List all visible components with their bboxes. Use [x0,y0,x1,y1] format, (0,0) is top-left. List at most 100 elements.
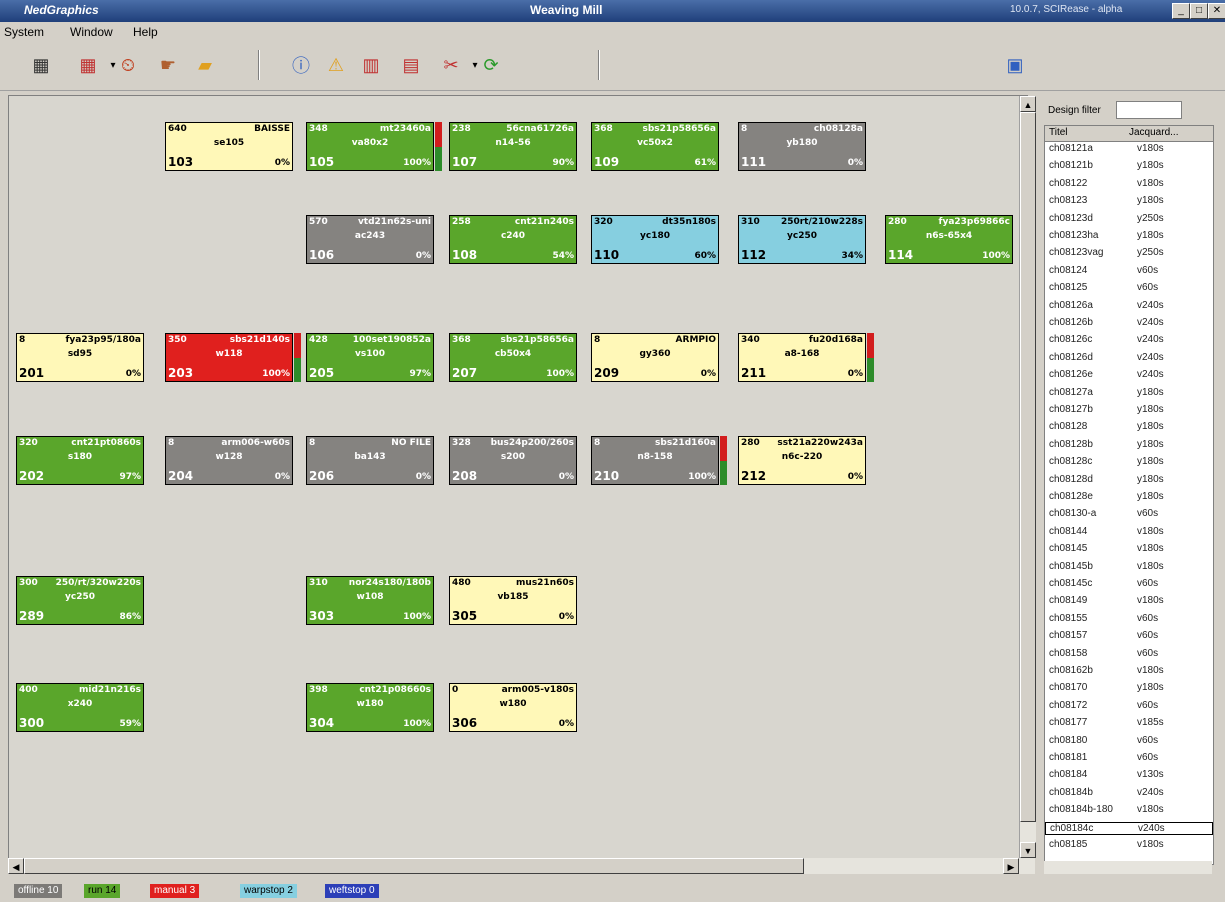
column-header-jacquard[interactable]: Jacquard... [1129,127,1178,138]
report-icon[interactable]: ▤ [398,52,424,78]
loom-tile-105[interactable]: 348 mt23460a va80x2 105 100% [306,122,434,171]
loom-tile-306[interactable]: 0 arm005-v180s w180 306 0% [449,683,577,732]
loom-tile-103[interactable]: 640 BAISSE se105 103 0% [165,122,293,171]
table-row[interactable]: ch08128e y180s [1045,491,1213,504]
loom-tile-210[interactable]: 8 sbs21d160a n8-158 210 100% [591,436,719,485]
table-row[interactable]: ch08170 y180s [1045,682,1213,695]
horizontal-scrollbar[interactable]: ◀ ▶ [8,858,1035,874]
hand-icon[interactable]: ☛ [155,52,181,78]
table-row[interactable]: ch08123ha y180s [1045,230,1213,243]
loom-tile-208[interactable]: 328 bus24p200/260s s200 208 0% [449,436,577,485]
minimize-button[interactable]: _ [1172,3,1190,19]
clock-icon[interactable]: ⏲ [115,52,141,78]
grid-view-icon[interactable]: ▦ [75,52,101,78]
menu-system[interactable]: System [4,25,44,39]
table-row[interactable]: ch08184b-180 v180s [1045,804,1213,817]
mill-view-icon[interactable]: ▦ [28,52,54,78]
table-row[interactable]: ch08177 v185s [1045,717,1213,730]
table-row[interactable]: ch08162b v180s [1045,665,1213,678]
table-row[interactable]: ch08145b v180s [1045,561,1213,574]
table-row[interactable]: ch08128c y180s [1045,456,1213,469]
loom-tile-305[interactable]: 480 mus21n60s vb185 305 0% [449,576,577,625]
loom-tile-203[interactable]: 350 sbs21d140s w118 203 100% [165,333,293,382]
loom-tile-303[interactable]: 310 nor24s180/180b w108 303 100% [306,576,434,625]
scroll-thumb[interactable] [24,858,804,874]
table-row[interactable]: ch08130-a v60s [1045,508,1213,521]
maximize-button[interactable]: □ [1190,3,1208,19]
loom-tile-112[interactable]: 310 250rt/210w228s yc250 112 34% [738,215,866,264]
vertical-scrollbar[interactable]: ▲ ▼ [1019,96,1036,858]
loom-tile-207[interactable]: 368 sbs21p58656a cb50x4 207 100% [449,333,577,382]
loom-tile-106[interactable]: 570 vtd21n62s-uni ac243 106 0% [306,215,434,264]
table-row[interactable]: ch08126a v240s [1045,300,1213,313]
loom-tile-202[interactable]: 320 cnt21pt0860s s180 202 97% [16,436,144,485]
table-row[interactable]: ch08157 v60s [1045,630,1213,643]
table-row[interactable]: ch08155 v60s [1045,613,1213,626]
loom-tile-108[interactable]: 258 cnt21n240s c240 108 54% [449,215,577,264]
table-row[interactable]: ch08126e v240s [1045,369,1213,382]
table-row[interactable]: ch08123d y250s [1045,213,1213,226]
table-row[interactable]: ch08172 v60s [1045,700,1213,713]
table-row[interactable]: ch08125 v60s [1045,282,1213,295]
warning-icon[interactable]: ⚠ [323,52,349,78]
monitor-icon[interactable]: ▣ [1002,52,1028,78]
loom-tile-211[interactable]: 340 fu20d168a a8-168 211 0% [738,333,866,382]
scroll-up-icon[interactable]: ▲ [1020,96,1036,112]
loom-tile-107[interactable]: 238 56cna61726a n14-56 107 90% [449,122,577,171]
scroll-thumb[interactable] [1020,112,1036,822]
table-row[interactable]: ch08121a v180s [1045,143,1213,156]
table-row[interactable]: ch08184c v240s [1045,821,1213,835]
loom-tile-300[interactable]: 400 mid21n216s x240 300 59% [16,683,144,732]
scroll-left-icon[interactable]: ◀ [8,858,24,874]
table-row[interactable]: ch08126d v240s [1045,352,1213,365]
table-row[interactable]: ch08184 v130s [1045,769,1213,782]
chart-icon[interactable]: ▥ [358,52,384,78]
scroll-down-icon[interactable]: ▼ [1020,842,1036,858]
loom-tile-109[interactable]: 368 sbs21p58656a vc50x2 109 61% [591,122,719,171]
table-row[interactable]: ch08180 v60s [1045,735,1213,748]
loom-tile-289[interactable]: 300 250/rt/320w220s yc250 289 86% [16,576,144,625]
table-row[interactable]: ch08127a y180s [1045,387,1213,400]
loom-tile-114[interactable]: 280 fya23p69866c n6s-65x4 114 100% [885,215,1013,264]
loom-tile-206[interactable]: 8 NO FILE ba143 206 0% [306,436,434,485]
tools-icon[interactable]: ✂ [438,52,464,78]
table-row[interactable]: ch08158 v60s [1045,648,1213,661]
table-row[interactable]: ch08123vag y250s [1045,247,1213,260]
loom-tile-212[interactable]: 280 sst21a220w243a n6c-220 212 0% [738,436,866,485]
menu-help[interactable]: Help [133,25,158,39]
table-row[interactable]: ch08128b y180s [1045,439,1213,452]
design-filter-input[interactable] [1116,101,1182,119]
table-horizontal-scrollbar[interactable] [1044,861,1212,874]
loom-tile-110[interactable]: 320 dt35n180s yc180 110 60% [591,215,719,264]
table-row[interactable]: ch08184b v240s [1045,787,1213,800]
table-row[interactable]: ch08127b y180s [1045,404,1213,417]
info-icon[interactable]: ⓘ [288,52,314,78]
table-row[interactable]: ch08181 v60s [1045,752,1213,765]
table-row[interactable]: ch08185 v180s [1045,839,1213,852]
table-row[interactable]: ch08126c v240s [1045,334,1213,347]
loom-tile-204[interactable]: 8 arm006-w60s w128 204 0% [165,436,293,485]
refresh-icon[interactable]: ⟳ [478,52,504,78]
loom-tile-209[interactable]: 8 ARMPIO gy360 209 0% [591,333,719,382]
table-row[interactable]: ch08149 v180s [1045,595,1213,608]
table-row[interactable]: ch08128 y180s [1045,421,1213,434]
table-row[interactable]: ch08121b y180s [1045,160,1213,173]
close-button[interactable]: ✕ [1208,3,1225,19]
table-row[interactable]: ch08126b v240s [1045,317,1213,330]
column-header-titel[interactable]: Titel [1049,127,1068,138]
scroll-right-icon[interactable]: ▶ [1003,858,1019,874]
table-row[interactable]: ch08123 y180s [1045,195,1213,208]
loom-tile-304[interactable]: 398 cnt21p08660s w180 304 100% [306,683,434,732]
menu-window[interactable]: Window [70,25,113,39]
loom-tile-201[interactable]: 8 fya23p95/180a sd95 201 0% [16,333,144,382]
table-row[interactable]: ch08122 v180s [1045,178,1213,191]
table-row[interactable]: ch08144 v180s [1045,526,1213,539]
jacquard-value: y180s [1137,491,1164,502]
table-row[interactable]: ch08145c v60s [1045,578,1213,591]
table-row[interactable]: ch08128d y180s [1045,474,1213,487]
table-row[interactable]: ch08145 v180s [1045,543,1213,556]
folder-icon[interactable]: ▰ [192,52,218,78]
loom-tile-111[interactable]: 8 ch08128a yb180 111 0% [738,122,866,171]
loom-tile-205[interactable]: 428 100set190852a vs100 205 97% [306,333,434,382]
table-row[interactable]: ch08124 v60s [1045,265,1213,278]
